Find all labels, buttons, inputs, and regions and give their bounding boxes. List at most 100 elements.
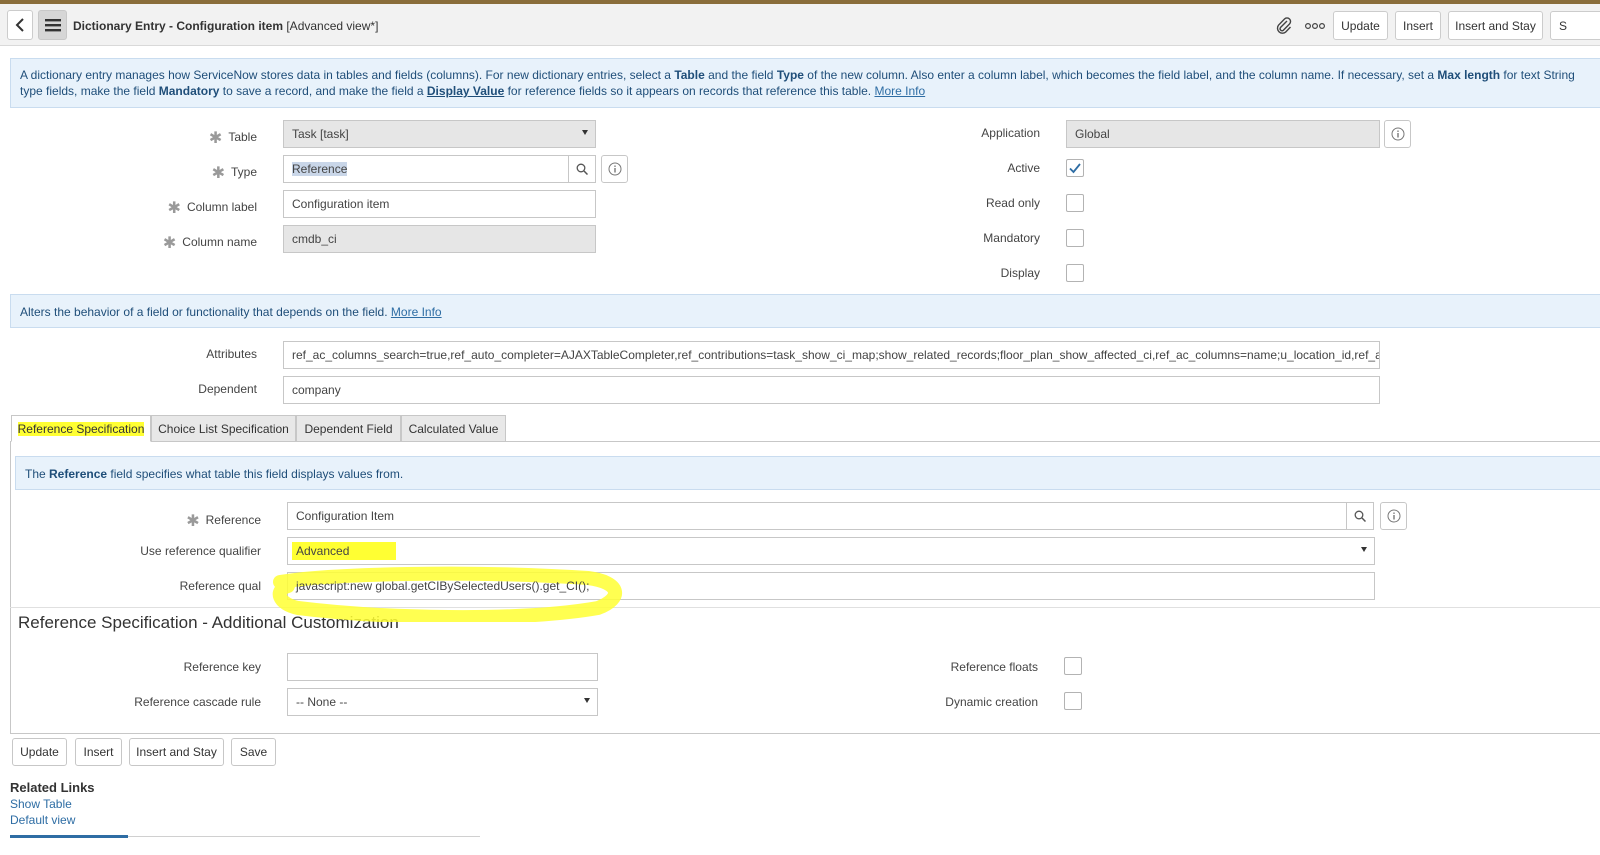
tab-dependent-field[interactable]: Dependent Field [296,415,401,442]
search-icon [576,163,588,175]
info-bold: Table [674,68,705,82]
attributes-label: Attributes [206,347,257,361]
column-label-label: ✱ Column label [167,200,257,217]
more-dots-icon [1305,22,1325,30]
table-label: ✱ Table [208,130,257,147]
info-text: A dictionary entry manages how ServiceNo… [20,68,675,82]
show-table-link[interactable]: Show Table [10,797,72,811]
info-bold: Max length [1437,68,1501,82]
info-text: of the new column. Also enter a column l… [803,68,1438,82]
more-info-link[interactable]: More Info [874,84,925,98]
context-menu-button[interactable] [38,10,67,40]
reference-cascade-rule-label: Reference cascade rule [134,695,261,709]
type-input[interactable]: Reference [283,155,569,183]
info-text: for reference fields so it appears on re… [504,84,875,98]
use-reference-qualifier-label: Use reference qualifier [140,544,261,558]
column-name-input[interactable]: cmdb_ci [283,225,596,253]
info-bold: Mandatory [158,84,220,98]
application-info-button[interactable] [1384,120,1411,148]
related-links-heading: Related Links [10,780,95,795]
application-input[interactable]: Global [1066,120,1380,148]
more-info-link[interactable]: More Info [391,305,442,319]
display-label: Display [1000,266,1040,280]
dictionary-info-message: A dictionary entry manages how ServiceNo… [10,58,1600,108]
info-bold: Type [776,68,804,82]
reference-lookup-button[interactable] [1346,502,1374,530]
mandatory-asterisk-icon: ✱ [211,165,225,182]
info-text: and the field [704,68,777,82]
reference-label: ✱ Reference [186,513,261,530]
paperclip-icon [1276,17,1292,34]
reference-info-message: The Reference field specifies what table… [15,456,1600,490]
hamburger-icon [44,19,61,32]
reference-cascade-rule-select[interactable]: -- None -- [287,688,598,716]
attributes-info-message: Alters the behavior of a field or functi… [10,294,1600,328]
mandatory-asterisk-icon: ✱ [208,130,223,147]
info-bold: Reference [49,467,108,481]
type-lookup-button[interactable] [568,155,596,183]
use-reference-qualifier-select[interactable]: Advanced [287,537,1375,565]
info-icon [608,162,621,176]
mandatory-checkbox[interactable] [1066,229,1084,247]
info-icon [1391,127,1404,141]
tab-choice-list-specification[interactable]: Choice List Specification [151,415,296,442]
active-checkbox[interactable] [1066,159,1084,177]
dropdown-caret-icon [1361,547,1367,552]
info-icon [1387,509,1400,523]
update-button[interactable]: Update [12,738,67,766]
application-label: Application [981,126,1040,140]
attachment-button[interactable] [1274,16,1294,36]
default-view-link[interactable]: Default view [10,813,75,827]
header-insert-button[interactable]: Insert [1395,11,1441,40]
read-only-checkbox[interactable] [1066,194,1084,212]
back-button[interactable] [7,10,33,40]
related-list-active-tab[interactable] [10,835,128,838]
info-text: field specifies what table this field di… [107,467,404,481]
type-label: ✱ Type [211,165,257,182]
dropdown-caret-icon [584,698,590,703]
title-view: [Advanced view*] [283,19,379,33]
mandatory-asterisk-icon: ✱ [186,513,200,530]
attributes-input[interactable]: ref_ac_columns_search=true,ref_auto_comp… [283,341,1380,369]
mandatory-label: Mandatory [983,231,1040,245]
type-info-button[interactable] [601,155,628,183]
info-bold: Display Value [426,84,505,98]
chevron-left-icon [15,18,24,32]
dynamic-creation-checkbox[interactable] [1064,692,1082,710]
tab-calculated-value[interactable]: Calculated Value [401,415,506,442]
read-only-label: Read only [985,196,1040,210]
mandatory-asterisk-icon: ✱ [167,200,181,217]
column-label-input[interactable]: Configuration item [283,190,596,218]
info-text: The [25,467,50,481]
table-select[interactable]: Task [task] [283,120,596,148]
reference-input[interactable]: Configuration Item [287,502,1347,530]
dropdown-caret-icon [582,130,588,135]
insert-button[interactable]: Insert [75,738,122,766]
search-icon [1354,510,1366,522]
highlighter-scribble [272,566,622,622]
checkmark-icon [1069,163,1081,174]
reference-floats-checkbox[interactable] [1064,657,1082,675]
dependent-label: Dependent [198,382,257,396]
info-text: to save a record, and make the field a [219,84,427,98]
dependent-input[interactable]: company [283,376,1380,404]
reference-floats-label: Reference floats [950,660,1038,674]
active-label: Active [1007,161,1040,175]
save-button[interactable]: Save [231,738,276,766]
header-insert-and-stay-button[interactable]: Insert and Stay [1448,11,1543,40]
more-options-button[interactable] [1303,16,1327,36]
insert-and-stay-button[interactable]: Insert and Stay [129,738,224,766]
tab-reference-specification[interactable]: Reference Specification [11,415,151,442]
info-text: Alters the behavior of a field or functi… [20,305,391,319]
reference-key-label: Reference key [183,660,261,674]
display-checkbox[interactable] [1066,264,1084,282]
form-title: Dictionary Entry - Configuration item [A… [73,19,378,33]
column-name-label: ✱ Column name [162,235,257,252]
mandatory-asterisk-icon: ✱ [162,235,177,252]
reference-key-input[interactable] [287,653,598,681]
dynamic-creation-label: Dynamic creation [945,695,1038,709]
reference-info-button[interactable] [1380,502,1407,530]
header-update-button[interactable]: Update [1333,11,1388,40]
form-header: Dictionary Entry - Configuration item [A… [0,4,1600,46]
header-save-button[interactable]: S [1550,11,1600,40]
